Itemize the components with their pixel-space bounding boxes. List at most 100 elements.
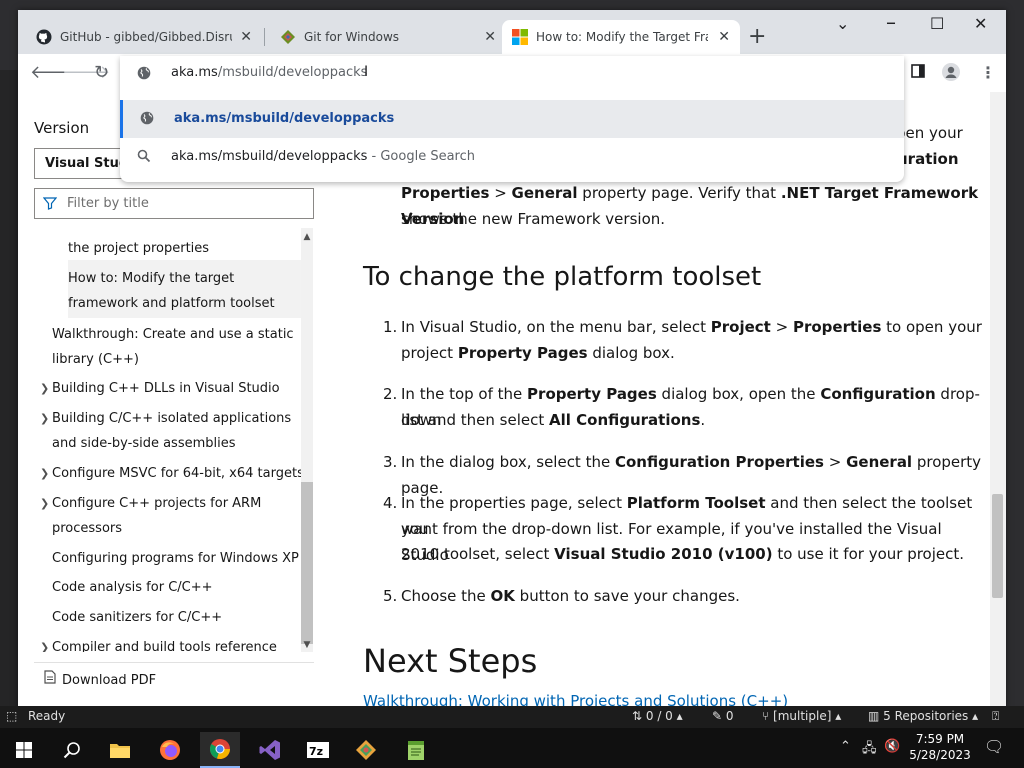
scroll-up-arrow-icon[interactable]: ▲ [301,232,313,242]
step-number: 5. [383,587,398,605]
side-panel-icon[interactable] [911,63,925,82]
search-icon[interactable] [52,732,92,768]
repositories-count: 5 Repositories [883,709,969,723]
globe-icon [137,65,151,84]
toc-item-label: Configure MSVC for 64-bit, x64 targets [52,466,304,481]
errors-indicator[interactable]: ⇅ 0 / 0 ▴ [632,709,683,723]
chevron-right-icon[interactable]: ❯ [40,635,49,652]
branch-indicator[interactable]: ⑂ [multiple] ▴ [762,709,841,723]
toc-item-label: How to: Modify the target [68,271,235,286]
toc-item-label: Code analysis for C/C++ [52,580,213,595]
table-of-contents: the project properties How to: Modify th… [34,228,314,652]
pending-count: 0 [725,709,734,723]
toc-item[interactable]: Walkthrough: Create and use a static libr… [52,322,294,372]
tab-github[interactable]: GitHub - gibbed/Gibbed.Disrupt ✕ [26,20,262,54]
7zip-icon[interactable]: 7z [298,732,338,768]
close-window-button[interactable]: ✕ [974,14,987,33]
toc-item-label: and side-by-side assemblies [52,436,236,451]
new-tab-button[interactable]: + [748,24,766,49]
close-tab-icon[interactable]: ✕ [240,29,252,45]
page-scrollbar-thumb[interactable] [992,494,1003,598]
github-icon [36,29,52,45]
clock-time: 7:59 PM [915,732,965,746]
address-input[interactable]: aka.ms/msbuild/developpacks [171,65,367,80]
suggestion-text: aka.ms/msbuild/developpacks [171,149,368,164]
windows-start-icon[interactable] [4,732,44,768]
toc-item[interactable]: Configuring programs for Windows XP [52,546,299,571]
minimize-button[interactable]: – [886,10,896,34]
tab-search-icon[interactable]: ⌄ [836,14,849,33]
docs-sidebar: Version Visual Studi Filter by title the… [18,92,334,710]
url-host: aka.ms [171,65,218,80]
toc-item[interactable]: Code analysis for C/C++ [52,575,213,600]
section-heading: To change the platform toolset [363,262,762,292]
toc-item-label: Compiler and build tools reference [52,640,277,652]
download-pdf-link[interactable]: Download PDF [44,670,156,688]
filter-input[interactable]: Filter by title [34,188,314,219]
visual-studio-window-edge-right [1006,70,1024,710]
tab-git-for-windows[interactable]: Git for Windows ✕ [270,20,506,54]
toc-item-label: Building C++ DLLs in Visual Studio [52,381,280,396]
tab-title: GitHub - gibbed/Gibbed.Disrupt [60,30,232,44]
divider [34,662,314,663]
step-number: 3. [383,453,398,471]
step-number: 2. [383,385,398,403]
git-extensions-icon[interactable] [346,732,386,768]
toc-item-label: the project properties [68,241,210,256]
chrome-window: GitHub - gibbed/Gibbed.Disrupt ✕ Git for… [18,10,1006,710]
toc-item[interactable]: ❯ Building C++ DLLs in Visual Studio [40,376,280,401]
windows-taskbar: 7z ⌃ 🖧 🔇 7:59 PM 5/28/2023 🗨 [0,728,1024,768]
maximize-button[interactable]: ☐ [930,14,944,33]
notifications-icon[interactable]: ⍰ [992,709,999,724]
tab-strip: GitHub - gibbed/Gibbed.Disrupt ✕ Git for… [18,10,1006,54]
chevron-right-icon[interactable]: ❯ [40,491,49,516]
toc-item[interactable]: ❯ Configure C++ projects for ARM processor… [40,491,261,541]
download-pdf-label: Download PDF [62,673,157,688]
address-bar[interactable]: aka.ms/msbuild/developpacks I [120,56,904,90]
omnibox-suggestion[interactable]: aka.ms/msbuild/developpacks - Google Sea… [120,138,904,176]
toc-scrollbar-thumb[interactable] [301,482,313,644]
show-hidden-icons-icon[interactable]: ⌃ [840,739,851,754]
tab-separator [264,28,265,46]
pending-changes-indicator[interactable]: ✎ 0 [712,709,734,723]
reload-button[interactable]: ↻ [94,62,109,83]
volume-muted-icon[interactable]: 🔇 [884,739,900,754]
notepad-plus-plus-icon[interactable] [396,732,436,768]
network-icon[interactable]: 🖧 [862,739,877,761]
omnibox-suggestion[interactable]: aka.ms/msbuild/developpacks [120,100,904,138]
chevron-right-icon[interactable]: ❯ [40,376,49,401]
visual-studio-icon[interactable] [250,732,290,768]
menu-kebab-icon[interactable]: ⋮ [980,63,996,82]
toc-item[interactable]: ❯ Configure MSVC for 64-bit, x64 targets [40,461,304,486]
firefox-icon[interactable] [150,732,190,768]
step-text: In Visual Studio, on the menu bar, selec… [401,318,982,336]
step-text: 2010 toolset, select Visual Studio 2010 … [401,545,965,563]
url-path: /msbuild/developpacks [217,65,368,80]
chevron-right-icon[interactable]: ❯ [40,406,49,431]
repositories-indicator[interactable]: ▥ 5 Repositories ▴ [868,709,978,723]
close-tab-icon[interactable]: ✕ [484,29,496,45]
partial-text: pen your [896,124,963,142]
tab-modify-target-framework[interactable]: How to: Modify the Target Fram ✕ [502,20,740,54]
scroll-down-arrow-icon[interactable]: ▼ [301,640,313,650]
page-scrollbar[interactable] [990,92,1006,710]
toc-item-label: Configuring programs for Windows XP [52,551,299,566]
toc-item[interactable]: ❯ Compiler and build tools reference [40,635,277,652]
notification-center-icon[interactable]: 🗨 [984,737,1004,756]
suggestion-text: aka.ms/msbuild/developpacks [174,111,395,126]
toc-item[interactable]: the project properties [68,236,209,261]
chevron-right-icon[interactable]: ❯ [40,461,49,486]
omnibox-dropdown: aka.ms/msbuild/developpacks I aka.ms/msb… [120,56,904,182]
toc-item-label: Building C/C++ isolated applications [52,411,292,426]
profile-avatar[interactable] [942,63,960,85]
file-explorer-icon[interactable] [100,732,140,768]
toc-item-active[interactable]: How to: Modify the target framework and p… [68,266,275,316]
chrome-icon[interactable] [200,732,240,768]
toc-item-label: Code sanitizers for C/C++ [52,610,223,625]
system-clock[interactable]: 7:59 PM 5/28/2023 [905,731,975,763]
toc-item[interactable]: Code sanitizers for C/C++ [52,605,222,630]
pdf-icon [44,670,56,688]
toc-item[interactable]: ❯ Building C/C++ isolated applications and… [40,406,292,456]
visual-studio-window-edge [0,70,20,710]
close-tab-icon[interactable]: ✕ [718,29,730,45]
